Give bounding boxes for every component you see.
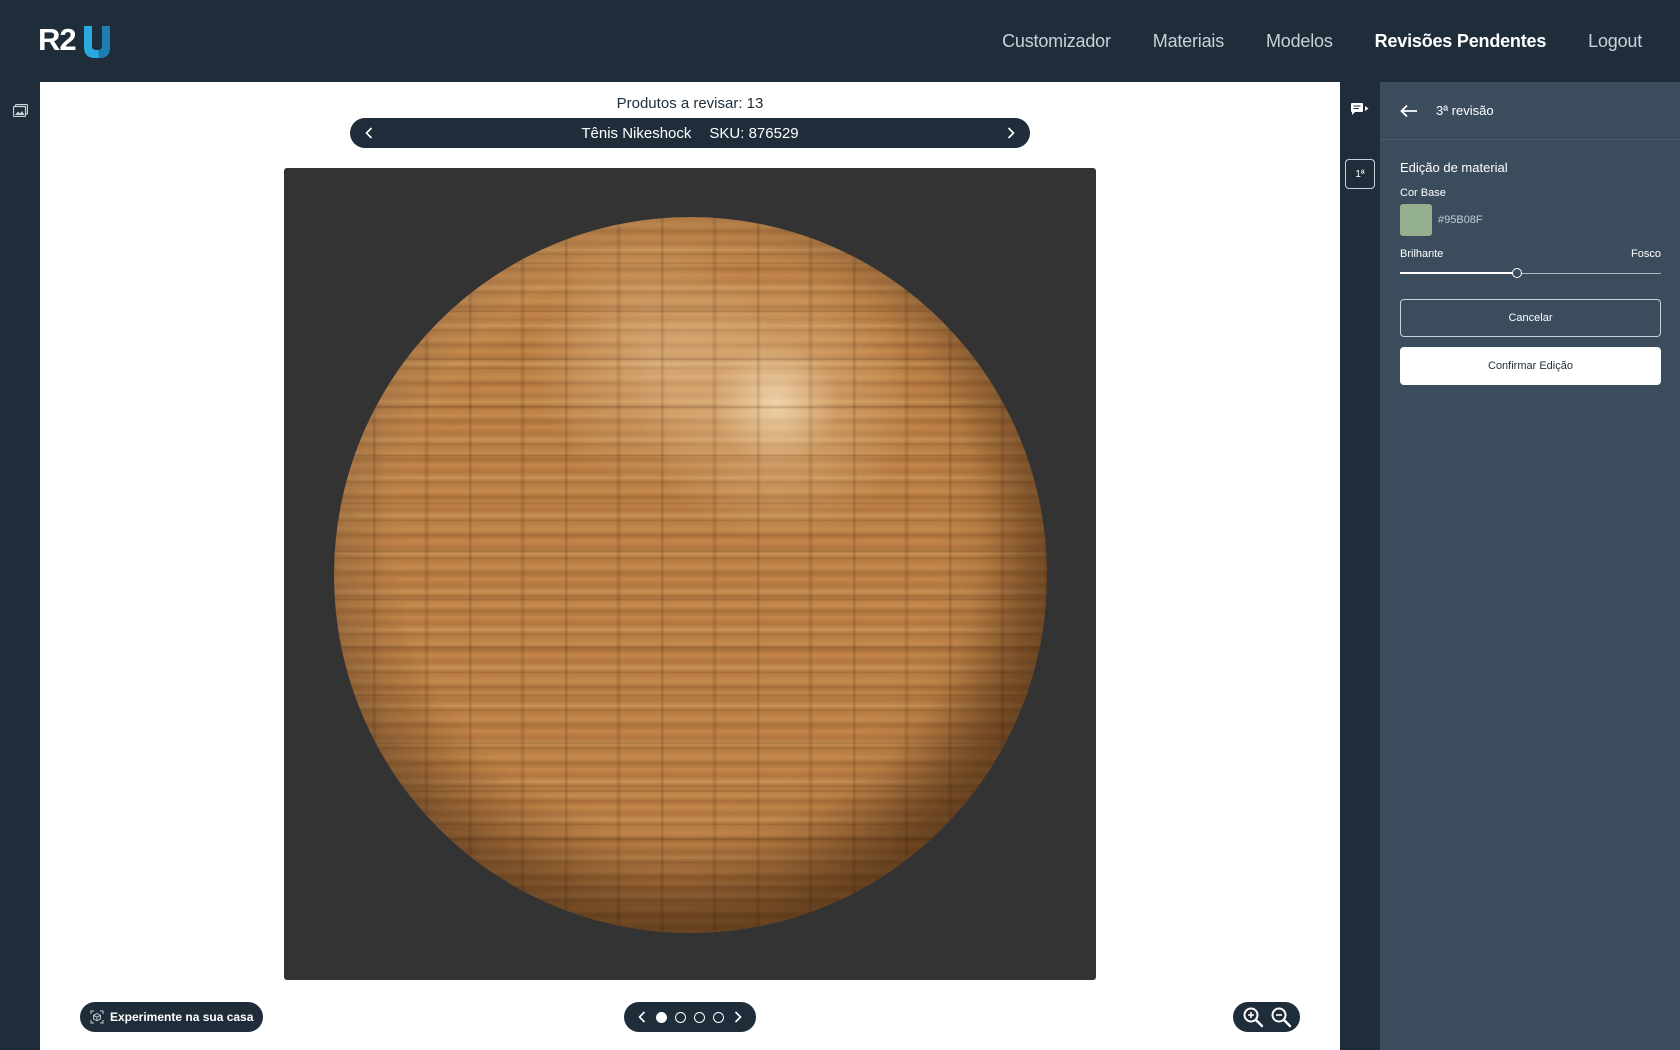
nav-revisoes-pendentes[interactable]: Revisões Pendentes [1375,31,1547,52]
panel-header: 3ª revisão [1380,82,1680,140]
product-viewer: Produtos a revisar: 13 Tênis Nikeshock S… [40,82,1340,1050]
revision-badge-1[interactable]: 1ª [1345,159,1375,189]
main-nav: Customizador Materiais Modelos Revisões … [1002,0,1642,82]
products-to-review-counter: Produtos a revisar: 13 [616,95,764,112]
section-title: Edição de material [1400,160,1508,175]
panel-body: Edição de material Cor Base #95B08F Bril… [1380,140,1680,385]
view-pager [624,1002,756,1032]
revisions-rail: 1ª [1340,82,1380,1050]
product-switcher: Tênis Nikeshock SKU: 876529 [350,118,1030,148]
base-color-swatch[interactable] [1400,204,1432,236]
back-arrow-icon[interactable] [1400,104,1418,118]
ar-cube-icon [90,1010,104,1024]
product-sku: SKU: 876529 [709,124,799,142]
left-rail [0,82,40,1050]
slider-thumb[interactable] [1512,268,1523,278]
roughness-slider[interactable] [1400,267,1661,279]
base-color-hex: #95B08F [1438,214,1483,226]
wood-grain-texture [334,217,1047,933]
next-product-button[interactable] [996,118,1026,148]
pager-prev-button[interactable] [636,1010,648,1024]
nav-materiais[interactable]: Materiais [1153,31,1224,52]
chevron-right-icon [1007,127,1015,139]
base-color-row: #95B08F [1400,204,1661,236]
nav-customizador[interactable]: Customizador [1002,31,1111,52]
material-preview-sphere[interactable] [334,217,1047,933]
pager-next-button[interactable] [732,1010,744,1024]
try-at-home-button[interactable]: Experimente na sua casa [80,1002,264,1032]
cancel-button[interactable]: Cancelar [1400,299,1661,337]
svg-text:R2: R2 [38,22,76,57]
chevron-left-icon [365,127,373,139]
material-edit-panel: 3ª revisão Edição de material Cor Base #… [1380,82,1680,1050]
nav-modelos[interactable]: Modelos [1266,31,1333,52]
product-name: Tênis Nikeshock [581,124,692,142]
confirm-edit-button[interactable]: Confirmar Edição [1400,347,1661,385]
base-color-label: Cor Base [1400,187,1446,199]
pager-dot-3[interactable] [694,1011,705,1023]
revision-title: 3ª revisão [1436,103,1494,118]
zoom-in-icon[interactable] [1242,1006,1264,1028]
r2u-logo[interactable]: R2 [38,20,112,60]
pager-dot-4[interactable] [713,1011,724,1023]
slider-label-glossy: Brilhante [1400,248,1444,260]
comments-toggle-icon[interactable] [1350,102,1370,118]
previous-product-button[interactable] [354,118,384,148]
chevron-right-icon [734,1011,742,1023]
3d-viewport[interactable] [284,168,1096,980]
image-gallery-icon[interactable] [13,104,28,117]
zoom-out-icon[interactable] [1270,1006,1292,1028]
zoom-controls [1233,1002,1300,1032]
try-at-home-label: Experimente na sua casa [110,1010,254,1024]
pager-dot-2[interactable] [675,1011,686,1023]
top-navbar: R2 Customizador Materiais Modelos Revisõ… [0,0,1680,82]
nav-logout[interactable]: Logout [1588,31,1642,52]
roughness-slider-labels: Brilhante Fosco [1400,248,1661,260]
pager-dot-1[interactable] [656,1011,667,1023]
slider-label-matte: Fosco [1631,248,1661,260]
slider-fill [1400,272,1518,274]
chevron-left-icon [638,1011,646,1023]
